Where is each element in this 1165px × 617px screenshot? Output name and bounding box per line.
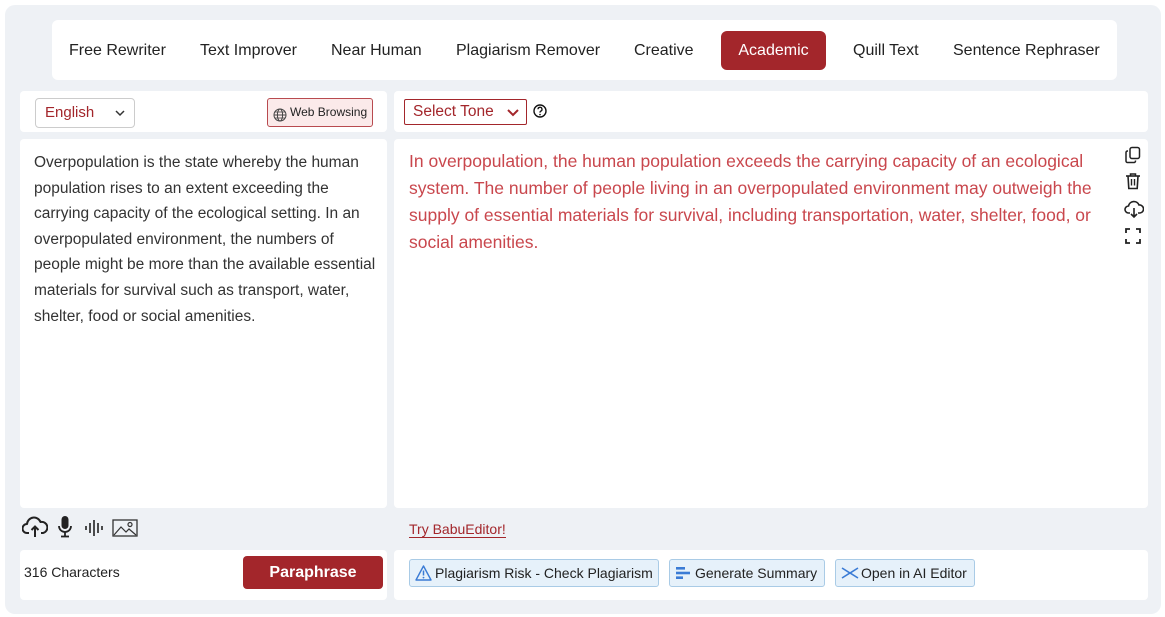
- check-plagiarism-button[interactable]: Plagiarism Risk - Check Plagiarism: [409, 559, 659, 587]
- character-count: 316 Characters: [24, 564, 120, 580]
- tone-select[interactable]: Select Tone: [404, 99, 527, 125]
- tab-near-human[interactable]: Near Human: [331, 31, 422, 70]
- language-select[interactable]: English: [35, 98, 135, 128]
- tab-free-rewriter[interactable]: Free Rewriter: [69, 31, 166, 70]
- input-toolbar: English Web Browsing: [20, 91, 387, 132]
- language-value: English: [45, 104, 95, 121]
- microphone-icon[interactable]: [57, 515, 73, 544]
- output-text-area: In overpopulation, the human population …: [394, 139, 1148, 508]
- generate-summary-button[interactable]: Generate Summary: [669, 559, 825, 587]
- copy-icon[interactable]: [1124, 146, 1142, 169]
- generate-summary-label: Generate Summary: [695, 565, 818, 581]
- paraphrase-button[interactable]: Paraphrase: [243, 556, 383, 589]
- help-icon[interactable]: [533, 104, 547, 123]
- check-plagiarism-label: Plagiarism Risk - Check Plagiarism: [435, 565, 653, 581]
- output-toolbar: Select Tone: [394, 91, 1148, 132]
- warning-icon: [415, 565, 432, 581]
- open-ai-editor-button[interactable]: Open in AI Editor: [835, 559, 975, 587]
- mode-tab-bar: Free Rewriter Text Improver Near Human P…: [52, 20, 1117, 80]
- ai-editor-icon: [841, 567, 859, 579]
- audio-wave-icon[interactable]: [84, 519, 104, 542]
- chevron-down-icon: [114, 99, 126, 137]
- tab-text-improver[interactable]: Text Improver: [200, 31, 297, 70]
- globe-icon: [273, 105, 287, 132]
- web-browsing-label: Web Browsing: [290, 105, 368, 119]
- web-browsing-button[interactable]: Web Browsing: [267, 98, 373, 127]
- trash-icon[interactable]: [1124, 172, 1142, 195]
- tab-sentence-rephraser[interactable]: Sentence Rephraser: [953, 31, 1100, 70]
- output-footer: Plagiarism Risk - Check Plagiarism Gener…: [394, 550, 1148, 600]
- input-footer: 316 Characters Paraphrase: [20, 550, 387, 600]
- tab-plagiarism-remover[interactable]: Plagiarism Remover: [456, 31, 600, 70]
- cloud-upload-icon[interactable]: [21, 515, 49, 544]
- tab-quill-text[interactable]: Quill Text: [853, 31, 919, 70]
- summary-icon: [676, 567, 690, 579]
- tone-select-label: Select Tone: [413, 103, 494, 120]
- tab-creative[interactable]: Creative: [634, 31, 694, 70]
- input-text-area[interactable]: Overpopulation is the state whereby the …: [20, 139, 387, 508]
- cloud-download-icon[interactable]: [1124, 199, 1145, 224]
- output-text[interactable]: In overpopulation, the human population …: [409, 148, 1119, 256]
- tab-academic[interactable]: Academic: [721, 31, 826, 70]
- fullscreen-icon[interactable]: [1124, 227, 1142, 250]
- chevron-down-icon: [506, 101, 520, 131]
- open-ai-editor-label: Open in AI Editor: [861, 565, 967, 581]
- image-icon[interactable]: [112, 519, 138, 542]
- try-babueditor-link[interactable]: Try BabuEditor!: [409, 521, 506, 538]
- input-text[interactable]: Overpopulation is the state whereby the …: [34, 150, 379, 329]
